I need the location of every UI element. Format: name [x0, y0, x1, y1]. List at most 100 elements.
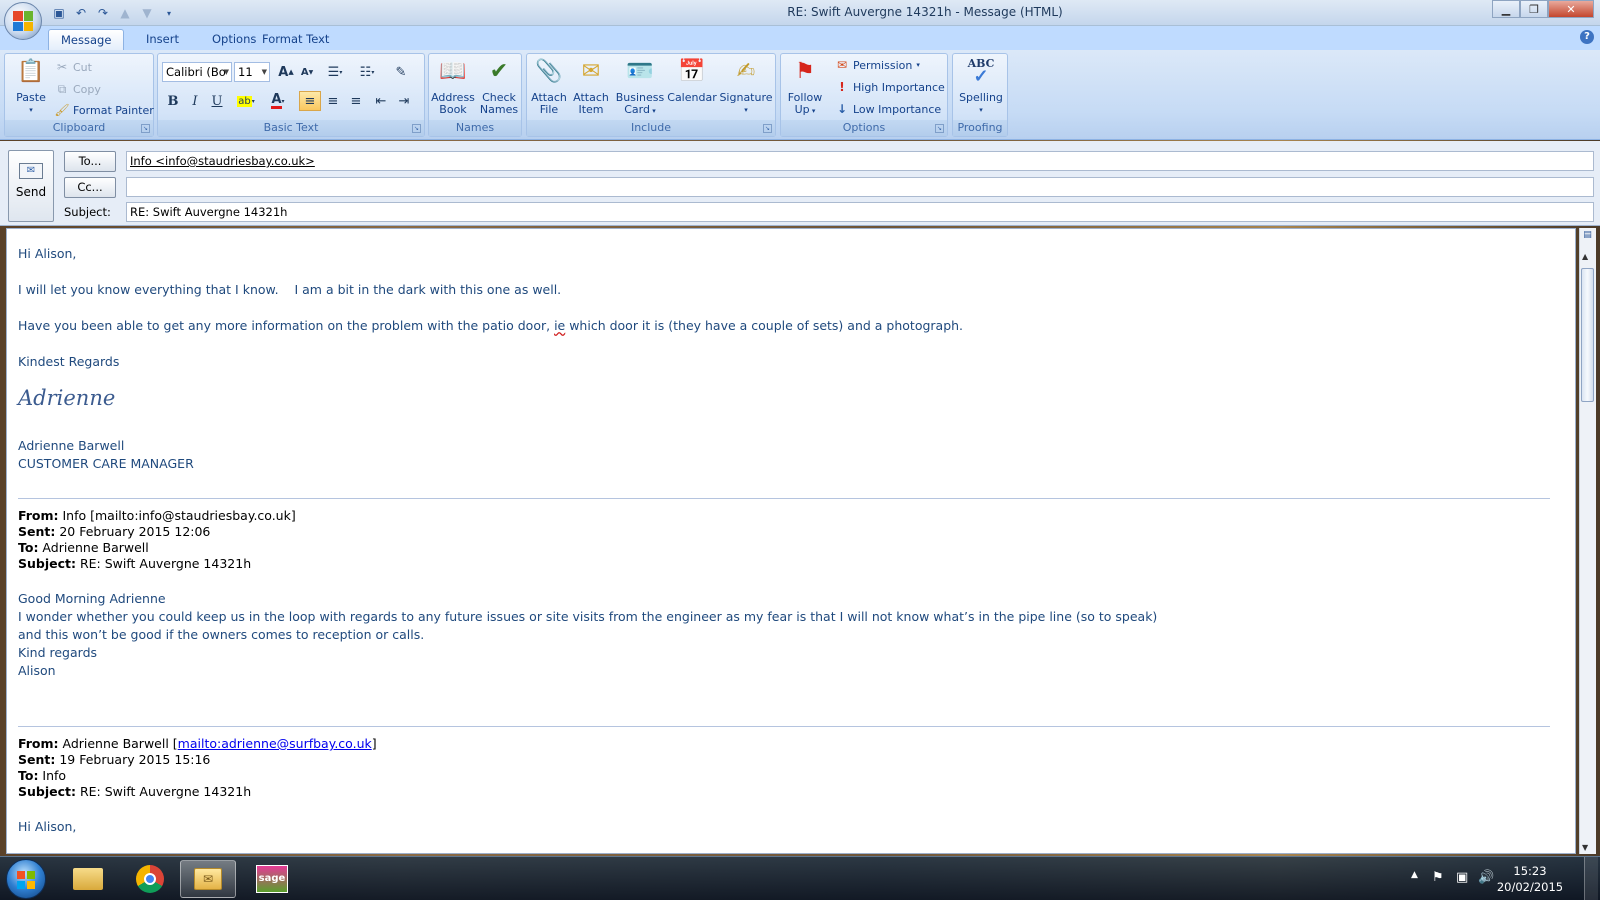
to-value: Adrienne Barwell [38, 540, 149, 555]
ribbon-tabs: Message Insert Options Format Text [0, 26, 1600, 50]
decrease-indent-icon[interactable]: ⇤ [370, 91, 392, 111]
signature-icon: ✍ [736, 59, 756, 84]
bullets-icon[interactable]: ☰ ▾ [321, 62, 349, 82]
network-icon[interactable]: ▣ [1456, 870, 1468, 885]
scroll-down-icon[interactable]: ▼ [1582, 843, 1588, 852]
office-button[interactable] [4, 2, 42, 40]
send-button[interactable]: ✉ Send [8, 150, 54, 222]
sent-value: 19 February 2015 15:16 [55, 752, 211, 767]
basic-text-group-label: Basic Text [158, 120, 424, 136]
calendar-button[interactable]: 📅 Calendar [667, 56, 717, 104]
signature-button[interactable]: ✍ Signature ▾ [719, 56, 773, 116]
outlook-taskbar-button[interactable]: ✉ [180, 860, 236, 898]
numbering-icon[interactable]: ☷ ▾ [353, 62, 381, 82]
clipboard-launcher-icon[interactable]: ↘ [141, 124, 150, 133]
send-envelope-icon: ✉ [19, 163, 43, 179]
format-painter-label: Format Painter [73, 103, 154, 117]
tab-message[interactable]: Message [48, 29, 125, 50]
tab-format-text[interactable]: Format Text [250, 29, 341, 50]
font-size-combo[interactable]: 11 ▼ [234, 62, 270, 82]
follow-up-button[interactable]: ⚑ Follow Up ▾ [783, 56, 827, 117]
bold-button[interactable]: B [162, 91, 184, 111]
close-button[interactable]: ✕ [1548, 0, 1594, 18]
taskbar: ✉ sage ▲ ⚑ ▣ 🔊 15:23 20/02/2015 [0, 856, 1600, 900]
tab-insert[interactable]: Insert [134, 29, 191, 50]
attach-item-button[interactable]: ✉ Attach Item [570, 56, 612, 116]
message-body[interactable]: Hi Alison, I will let you know everythin… [6, 228, 1576, 854]
align-center-icon[interactable]: ≡ [322, 91, 344, 111]
system-clock[interactable]: 15:23 20/02/2015 [1490, 863, 1570, 895]
quote1-line-3: and this won’t be good if the owners com… [18, 627, 425, 642]
minimize-button[interactable]: ▁ [1492, 0, 1520, 18]
copy-button[interactable]: ⧉ Copy [55, 80, 101, 98]
include-group-label: Include [527, 120, 775, 136]
font-name-combo[interactable]: Calibri (Bo ▼ [162, 62, 232, 82]
quote1-line-4: Kind regards [18, 645, 98, 660]
to-field[interactable]: Info <info@staudriesbay.co.uk> [126, 151, 1594, 171]
increase-indent-icon[interactable]: ⇥ [393, 91, 415, 111]
sage-icon: sage [256, 865, 288, 893]
font-color-icon[interactable]: A ▾ [264, 91, 292, 111]
align-left-icon[interactable]: ≡ [299, 91, 321, 111]
italic-button[interactable]: I [184, 91, 206, 111]
message-header: ✉ Send To... Info <info@staudriesbay.co.… [0, 141, 1600, 226]
restore-button[interactable]: ❐ [1520, 0, 1548, 18]
check-names-button[interactable]: ✔ Check Names [477, 56, 521, 116]
format-painter-button[interactable]: 🖌 Format Painter [54, 101, 154, 119]
body-line-2: Have you been able to get any more infor… [18, 318, 963, 333]
styles-icon[interactable]: ✎ [390, 62, 412, 82]
clipboard-group-label: Clipboard [5, 120, 153, 136]
to-button[interactable]: To... [64, 151, 116, 172]
send-label: Send [15, 185, 47, 199]
copy-icon: ⧉ [57, 81, 67, 96]
align-right-icon[interactable]: ≡ [345, 91, 367, 111]
permission-button[interactable]: ✉ Permission ▾ [835, 56, 920, 74]
low-importance-button[interactable]: ↓ Low Importance [835, 100, 941, 118]
spelling-button[interactable]: ABC ✓ Spelling ▾ [955, 56, 1007, 116]
mailto-link[interactable]: mailto:adrienne@surfbay.co.uk [178, 736, 372, 751]
scroll-up-icon[interactable]: ▲ [1582, 252, 1588, 261]
windows-logo-icon [17, 871, 35, 889]
address-book-button[interactable]: 📖 Address Book [431, 56, 475, 116]
high-importance-button[interactable]: ! High Importance [835, 78, 945, 96]
chrome-taskbar-button[interactable] [122, 860, 178, 898]
business-card-button[interactable]: 🪪 Business Card ▾ [615, 56, 665, 117]
envelope-icon: ✉ [581, 59, 601, 84]
quote-divider [18, 726, 1550, 727]
window-controls: ▁ ❐ ✕ [1492, 0, 1594, 18]
shrink-font-icon[interactable]: A ▼ [296, 62, 318, 82]
show-hidden-icons[interactable]: ▲ [1411, 870, 1418, 880]
cc-field[interactable] [126, 177, 1594, 197]
quote1-from: From: Info [mailto:info@staudriesbay.co.… [18, 508, 296, 523]
help-icon[interactable]: ? [1580, 30, 1594, 44]
attach-file-button[interactable]: 📎 Attach File [529, 56, 569, 116]
cc-button[interactable]: Cc... [64, 177, 116, 198]
quote1-line-1: Good Morning Adrienne [18, 591, 166, 606]
subject-field[interactable]: RE: Swift Auvergne 14321h [126, 202, 1594, 222]
chrome-icon [136, 865, 164, 893]
basic-text-launcher-icon[interactable]: ↘ [412, 124, 421, 133]
explorer-taskbar-button[interactable] [60, 860, 116, 898]
cut-button[interactable]: ✂ Cut [55, 58, 92, 76]
start-button[interactable] [6, 859, 46, 899]
sage-taskbar-button[interactable]: sage [244, 860, 300, 898]
copy-label: Copy [73, 82, 101, 96]
to-recipient[interactable]: Info <info@staudriesbay.co.uk> [130, 154, 315, 168]
ribbon: 📋 Paste ▾ ✂ Cut ⧉ Copy 🖌 Format Painter Cli… [0, 50, 1600, 140]
signature-title: CUSTOMER CARE MANAGER [18, 456, 194, 471]
grow-font-icon[interactable]: A ▲ [275, 62, 297, 82]
show-desktop-button[interactable] [1584, 857, 1598, 900]
paperclip-icon: 📎 [535, 59, 563, 84]
ruler-toggle-icon[interactable]: ▤ [1581, 230, 1594, 244]
down-arrow-icon: ↓ [836, 102, 848, 116]
permission-label: Permission [853, 58, 913, 72]
options-launcher-icon[interactable]: ↘ [935, 124, 944, 133]
action-center-flag-icon[interactable]: ⚑ [1432, 870, 1444, 885]
include-launcher-icon[interactable]: ↘ [763, 124, 772, 133]
highlight-icon[interactable]: ab ▾ [232, 91, 260, 111]
paste-button[interactable]: 📋 Paste ▾ [11, 56, 51, 116]
scrollbar-thumb[interactable] [1581, 268, 1594, 402]
names-group: 📖 Address Book ✔ Check Names Names [428, 53, 522, 137]
paintbrush-icon: 🖌 [54, 103, 70, 117]
underline-button[interactable]: U [206, 91, 228, 111]
